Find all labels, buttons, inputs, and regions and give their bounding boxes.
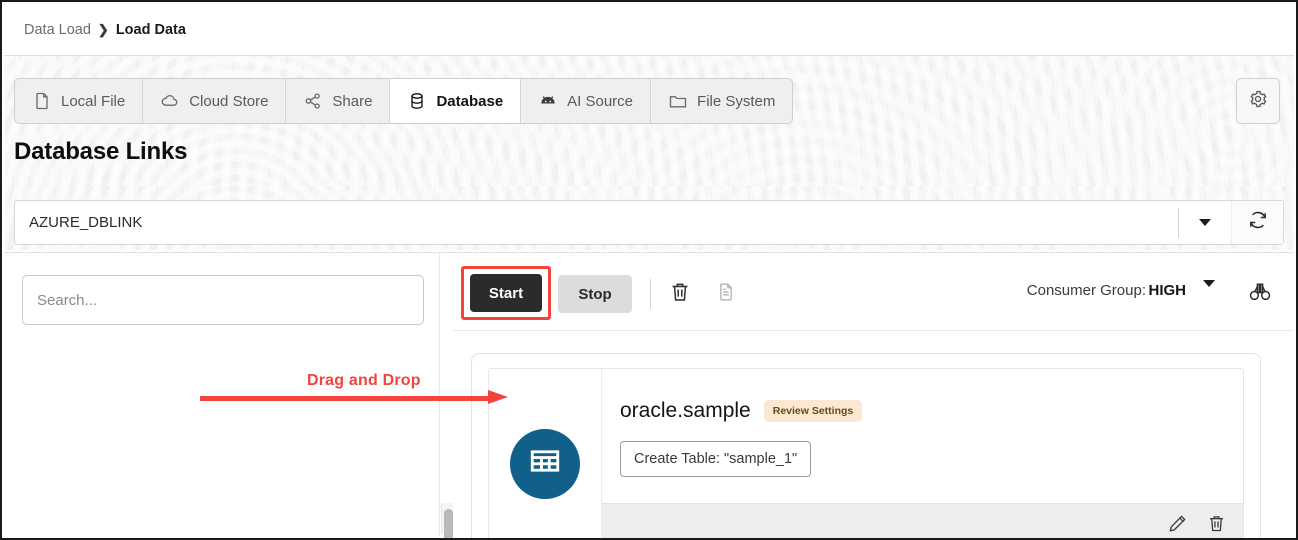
tab-local-file[interactable]: Local File [15,79,144,123]
settings-button[interactable] [1236,78,1280,124]
chevron-down-icon [1203,280,1215,304]
database-icon [407,91,427,111]
tab-ai-source[interactable]: AI Source [521,79,652,123]
document-icon [715,283,737,307]
table-icon [528,444,562,483]
source-type-tabs: Local File Cloud Store Share Database AI… [14,78,794,124]
card-body: oracle.sample Review Settings Create Tab… [602,369,1243,539]
trash-icon [1206,513,1227,539]
divider [650,279,651,309]
toolbar-region: Local File Cloud Store Share Database AI… [4,56,1294,186]
card-title: oracle.sample [620,399,751,422]
gear-icon [1248,89,1268,114]
database-link-row: AZURE_DBLINK [4,186,1294,250]
tab-label: Cloud Store [189,92,269,110]
tab-file-system[interactable]: File System [651,79,792,123]
consumer-group-value: HIGH [1148,282,1187,299]
drag-and-drop-annotation-label: Drag and Drop [307,372,421,389]
tab-database[interactable]: Database [390,79,522,123]
drag-and-drop-annotation-arrow [200,390,508,404]
delete-all-button[interactable] [668,280,692,309]
refresh-icon [1247,209,1269,236]
binoculars-icon [1248,283,1272,308]
chevron-down-icon [1199,219,1211,226]
tab-label: File System [697,92,776,110]
tab-share[interactable]: Share [286,79,391,123]
tab-label: Share [332,92,373,110]
breadcrumb-current: Load Data [115,21,186,38]
app-window: Data Load ❯ Load Data Local File Cloud S… [0,0,1298,540]
database-link-refresh-button[interactable] [1231,201,1283,244]
load-cart-container: oracle.sample Review Settings Create Tab… [471,353,1261,539]
file-icon [32,91,52,111]
start-button[interactable]: Start [470,274,542,312]
tab-label: Database [436,92,504,110]
tab-label: Local File [61,92,126,110]
load-cart-panel: Start Stop Consumer Group: HIGH oracle.s… [453,253,1294,538]
content-area: oracle sample [4,252,1294,538]
pencil-icon [1167,513,1188,539]
tab-cloud-store[interactable]: Cloud Store [143,79,287,123]
start-button-highlight: Start [461,266,551,320]
consumer-group-dropdown[interactable] [1203,280,1215,305]
stop-button[interactable]: Stop [558,275,632,313]
create-table-chip[interactable]: Create Table: "sample_1" [620,441,812,477]
scrollbar-thumb[interactable] [444,509,453,538]
card-header: oracle.sample Review Settings [620,399,863,423]
consumer-group-label: Consumer Group: [1026,282,1146,299]
preview-data-button[interactable] [1248,280,1272,309]
share-icon [303,91,323,111]
arrow-shaft [200,396,488,401]
review-settings-badge[interactable]: Review Settings [763,400,863,422]
load-card[interactable]: oracle.sample Review Settings Create Tab… [488,368,1244,539]
breadcrumb: Data Load ❯ Load Data [4,4,1294,56]
card-avatar [510,428,580,499]
edit-card-button[interactable] [1167,513,1188,539]
folder-icon [668,91,688,111]
page-title: Database Links [14,138,188,165]
robot-icon [538,91,558,111]
load-toolbar: Start Stop Consumer Group: HIGH [453,253,1294,331]
database-link-value: AZURE_DBLINK [29,214,143,231]
card-footer [602,503,1243,539]
cloud-icon [160,91,180,111]
search-input[interactable] [22,275,424,325]
arrow-head-icon [488,390,508,404]
breadcrumb-parent[interactable]: Data Load [24,22,91,38]
database-link-select[interactable]: AZURE_DBLINK [14,200,1284,245]
delete-card-button[interactable] [1206,513,1227,539]
database-link-dropdown-button[interactable] [1179,201,1231,244]
load-log-button[interactable] [715,281,737,308]
trash-icon [668,283,692,308]
breadcrumb-separator-icon: ❯ [97,21,109,37]
tab-label: AI Source [567,92,634,110]
